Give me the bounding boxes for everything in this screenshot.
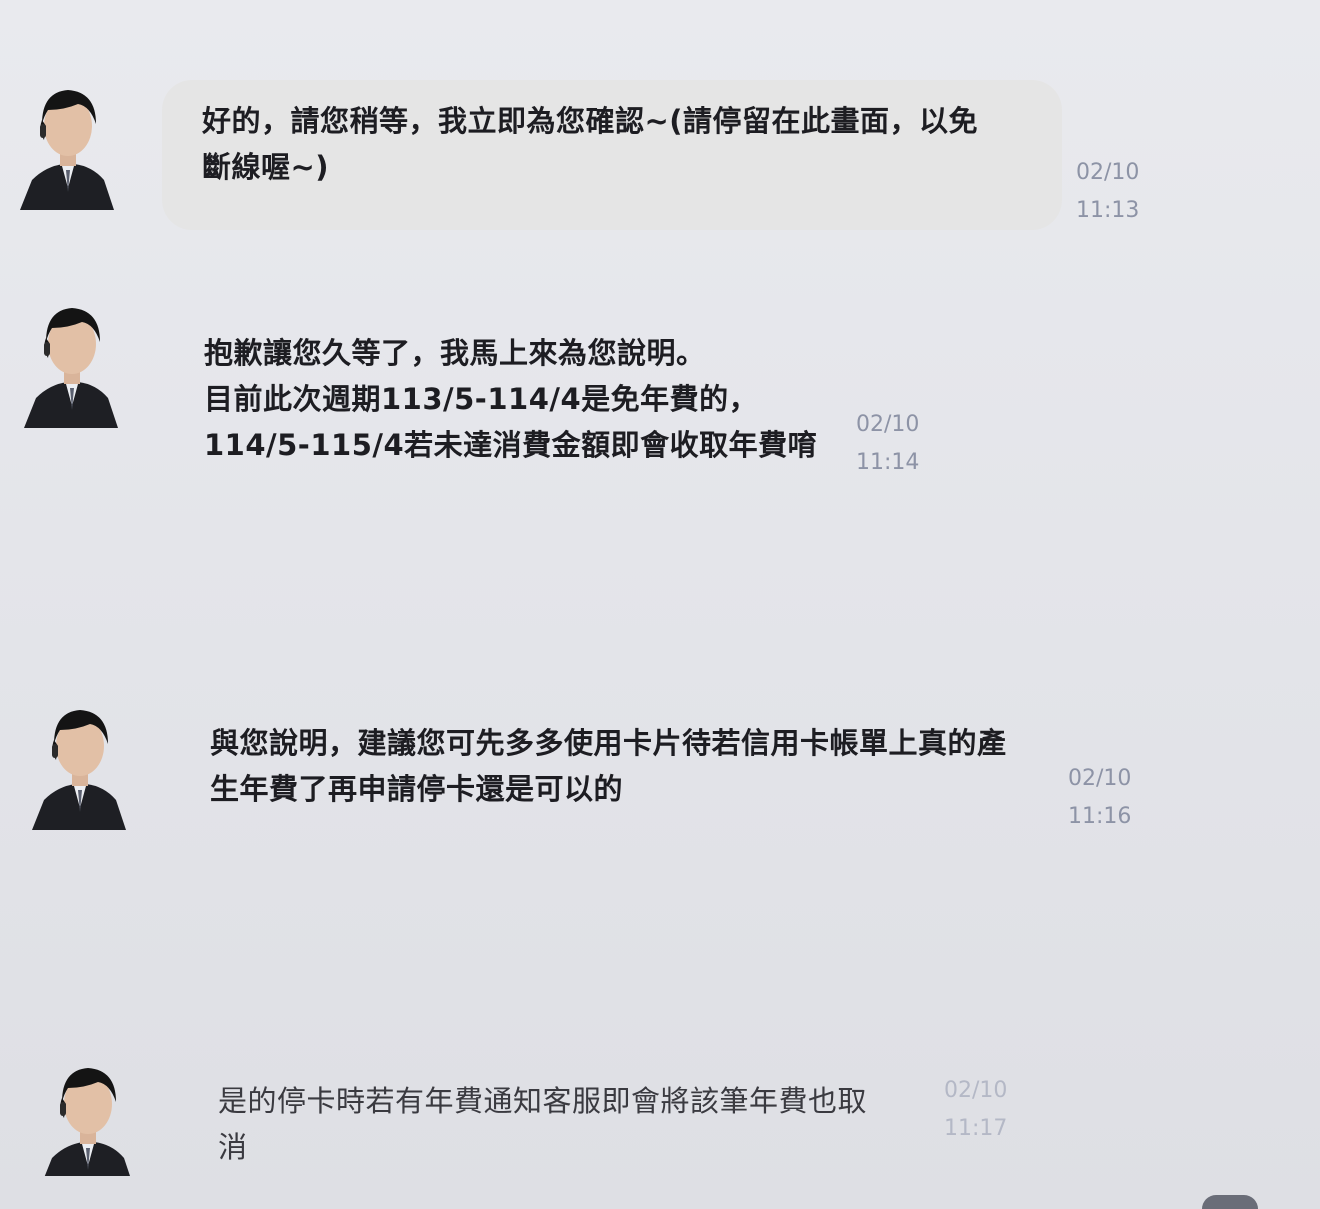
message-row: 抱歉讓您久等了，我馬上來為您說明。 目前此次週期113/5-114/4是免年費的… xyxy=(0,298,1320,488)
scroll-indicator[interactable] xyxy=(1202,1195,1258,1209)
message-date: 02/10 xyxy=(856,412,920,437)
message-text: 是的停卡時若有年費通知客服即會將該筆年費也取消 xyxy=(218,1084,868,1164)
message-timestamp: 02/10 11:16 xyxy=(1068,760,1131,836)
message-bubble: 好的，請您稍等，我立即為您確認~(請停留在此畫面，以免 斷線喔~) xyxy=(162,80,1062,230)
agent-avatar xyxy=(30,700,130,830)
message-timestamp: 02/10 11:13 xyxy=(1076,154,1139,230)
message-time: 11:17 xyxy=(944,1116,1008,1141)
message-bubble: 是的停卡時若有年費通知客服即會將該筆年費也取消 xyxy=(178,1060,918,1164)
message-timestamp: 02/10 11:14 xyxy=(856,406,919,482)
agent-avatar xyxy=(22,298,122,428)
message-bubble: 抱歉讓您久等了，我馬上來為您說明。 目前此次週期113/5-114/4是免年費的… xyxy=(164,312,864,482)
message-time: 11:14 xyxy=(856,450,920,475)
message-time: 11:13 xyxy=(1076,198,1140,223)
message-row: 好的，請您稍等，我立即為您確認~(請停留在此畫面，以免 斷線喔~) 02/10 … xyxy=(0,80,1320,240)
message-timestamp: 02/10 11:17 xyxy=(944,1072,1007,1148)
chat-window[interactable]: 好的，請您稍等，我立即為您確認~(請停留在此畫面，以免 斷線喔~) 02/10 … xyxy=(0,0,1320,1209)
message-time: 11:16 xyxy=(1068,804,1132,829)
message-text: 好的，請您稍等，我立即為您確認~(請停留在此畫面，以免 斷線喔~) xyxy=(202,104,979,184)
message-bubble: 與您說明，建議您可先多多使用卡片待若信用卡帳單上真的產 生年費了再申請停卡還是可… xyxy=(170,702,1070,822)
message-date: 02/10 xyxy=(1068,766,1132,791)
message-row: 與您說明，建議您可先多多使用卡片待若信用卡帳單上真的產 生年費了再申請停卡還是可… xyxy=(0,700,1320,840)
message-text: 抱歉讓您久等了，我馬上來為您說明。 目前此次週期113/5-114/4是免年費的… xyxy=(204,336,818,462)
agent-avatar xyxy=(38,1058,138,1176)
message-date: 02/10 xyxy=(1076,160,1140,185)
agent-avatar xyxy=(18,80,118,210)
message-text: 與您說明，建議您可先多多使用卡片待若信用卡帳單上真的產 生年費了再申請停卡還是可… xyxy=(210,726,1007,806)
message-row: 是的停卡時若有年費通知客服即會將該筆年費也取消 02/10 11:17 xyxy=(0,1058,1320,1188)
message-date: 02/10 xyxy=(944,1078,1008,1103)
